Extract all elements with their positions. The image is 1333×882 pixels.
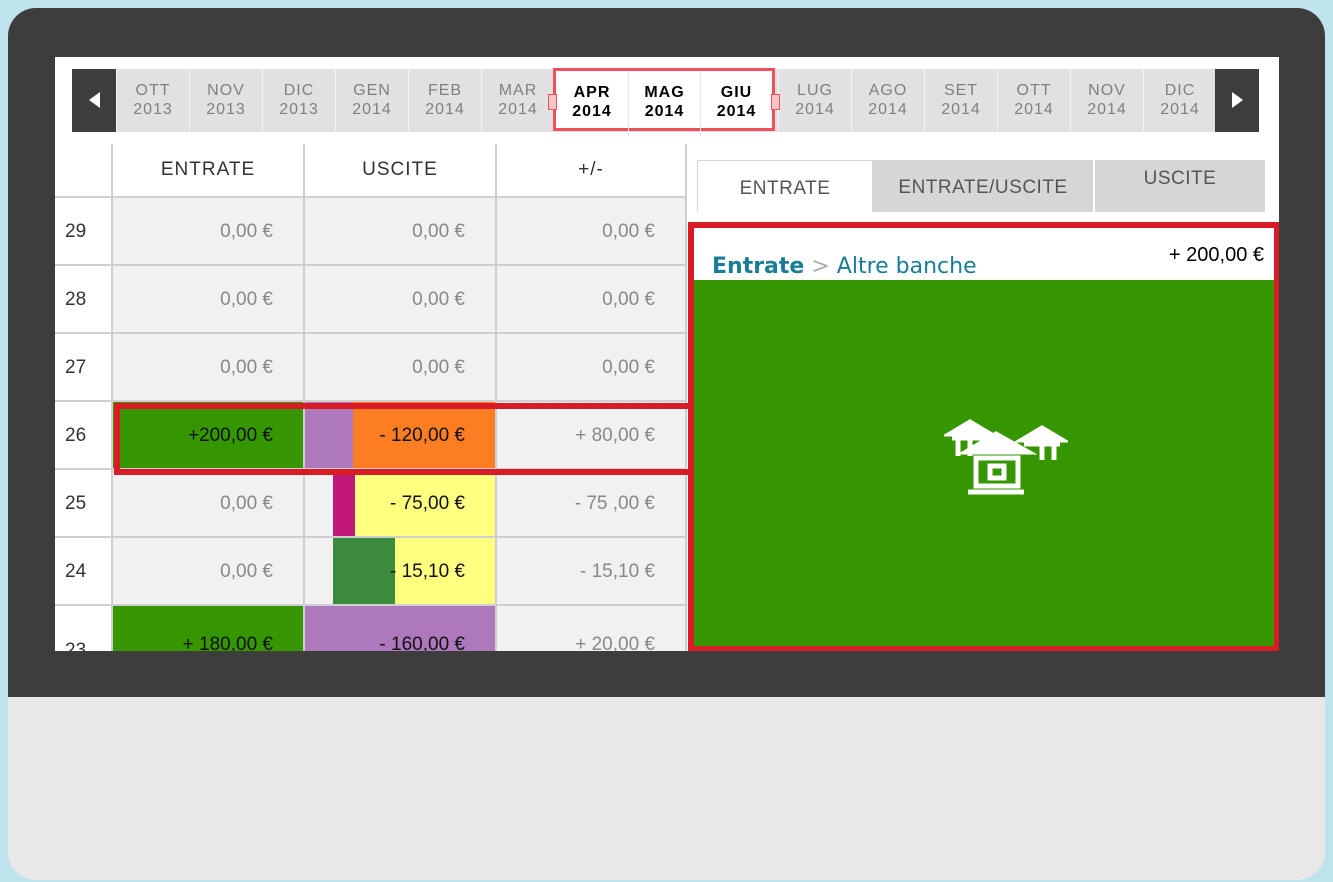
next-month-button[interactable]: [1215, 69, 1259, 132]
category-visual[interactable]: [694, 280, 1274, 646]
entrate-cell: 0,00 €: [113, 538, 305, 606]
header-uscite: USCITE: [305, 144, 497, 198]
selected-row-highlight: [114, 403, 694, 475]
entrate-cell: 0,00 €: [113, 266, 305, 334]
day-number: 28: [55, 266, 113, 334]
uscite-cell: - 160,00 €: [305, 606, 497, 651]
tab-entrate[interactable]: ENTRATE: [697, 160, 873, 212]
category-amount: + 200,00 €: [1168, 244, 1264, 266]
uscite-cell: 0,00 €: [305, 198, 497, 266]
breadcrumb-root[interactable]: Entrate: [712, 254, 804, 279]
month-item[interactable]: FEB 2014: [408, 69, 481, 132]
header-entrate: ENTRATE: [113, 144, 305, 198]
tab-uscite[interactable]: USCITE: [1095, 160, 1265, 212]
selected-month-range[interactable]: APR 2014 MAG 2014 GIU 2014: [548, 68, 780, 134]
balance-cell: 0,00 €: [497, 334, 687, 402]
month-item[interactable]: GEN 2014: [335, 69, 408, 132]
expense-bar-segment: [333, 538, 395, 604]
month-item[interactable]: DIC 2014: [1143, 69, 1216, 132]
uscite-cell: 0,00 €: [305, 334, 497, 402]
table-row[interactable]: 24 0,00 € - 15,10 € - 15,10 €: [55, 538, 687, 606]
month-item[interactable]: AGO 2014: [851, 69, 924, 132]
tab-entrate-uscite[interactable]: ENTRATE/USCITE: [873, 160, 1095, 212]
uscite-cell: - 15,10 €: [305, 538, 497, 606]
month-item[interactable]: NOV 2014: [1070, 69, 1143, 132]
bar-gap: [305, 470, 333, 536]
bar-gap: [305, 538, 333, 604]
entrate-cell: 0,00 €: [113, 198, 305, 266]
app-screen: OTT 2013 NOV 2013 DIC 2013 GEN 2014 FEB 2014 …: [55, 57, 1279, 651]
category-panel: Entrate > Altre banche + 200,00 €: [688, 222, 1279, 651]
breadcrumb: Entrate > Altre banche: [712, 254, 977, 279]
entrate-cell: + 180,00 €: [113, 606, 305, 651]
month-item[interactable]: MAR 2014: [481, 69, 554, 132]
balance-cell: - 15,10 €: [497, 538, 687, 606]
balance-cell: + 20,00 €: [497, 606, 687, 651]
table-row[interactable]: 29 0,00 € 0,00 € 0,00 €: [55, 198, 687, 266]
table-row[interactable]: 27 0,00 € 0,00 € 0,00 €: [55, 334, 687, 402]
day-number: 27: [55, 334, 113, 402]
panel-tabs: ENTRATE ENTRATE/USCITE USCITE: [697, 160, 1267, 212]
day-number: 24: [55, 538, 113, 606]
table-row[interactable]: 25 0,00 € - 75,00 € - 75 ,00 €: [55, 470, 687, 538]
uscite-cell: 0,00 €: [305, 266, 497, 334]
breadcrumb-leaf: Altre banche: [836, 254, 977, 279]
month-item[interactable]: NOV 2013: [189, 69, 262, 132]
balance-cell: 0,00 €: [497, 266, 687, 334]
month-item[interactable]: SET 2014: [924, 69, 997, 132]
day-number: 26: [55, 402, 113, 470]
day-number: 25: [55, 470, 113, 538]
day-number: 29: [55, 198, 113, 266]
uscite-cell: - 75,00 €: [305, 470, 497, 538]
header-balance: +/-: [497, 144, 687, 198]
entrate-cell: 0,00 €: [113, 334, 305, 402]
month-navigator: OTT 2013 NOV 2013 DIC 2013 GEN 2014 FEB 2014 …: [72, 68, 1259, 134]
month-item-selected[interactable]: APR 2014: [556, 71, 628, 134]
table-row[interactable]: 28 0,00 € 0,00 € 0,00 €: [55, 266, 687, 334]
month-item[interactable]: DIC 2013: [262, 69, 335, 132]
balance-cell: - 75 ,00 €: [497, 470, 687, 538]
expense-bar-segment: [333, 470, 355, 536]
banks-icon: [944, 419, 1068, 495]
month-item[interactable]: OTT 2013: [116, 69, 189, 132]
month-item-selected[interactable]: GIU 2014: [700, 71, 772, 134]
prev-month-button[interactable]: [72, 69, 116, 132]
balance-cell: 0,00 €: [497, 198, 687, 266]
month-item[interactable]: LUG 2014: [778, 69, 851, 132]
day-number: 23: [55, 606, 113, 651]
device-frame: OTT 2013 NOV 2013 DIC 2013 GEN 2014 FEB 2014 …: [8, 8, 1325, 880]
header-blank: [55, 144, 113, 198]
table-row[interactable]: 23 + 180,00 € - 160,00 € + 20,00 €: [55, 606, 687, 651]
month-item[interactable]: OTT 2014: [997, 69, 1070, 132]
entrate-cell: 0,00 €: [113, 470, 305, 538]
month-item-selected[interactable]: MAG 2014: [628, 71, 700, 134]
breadcrumb-separator: >: [811, 254, 830, 279]
